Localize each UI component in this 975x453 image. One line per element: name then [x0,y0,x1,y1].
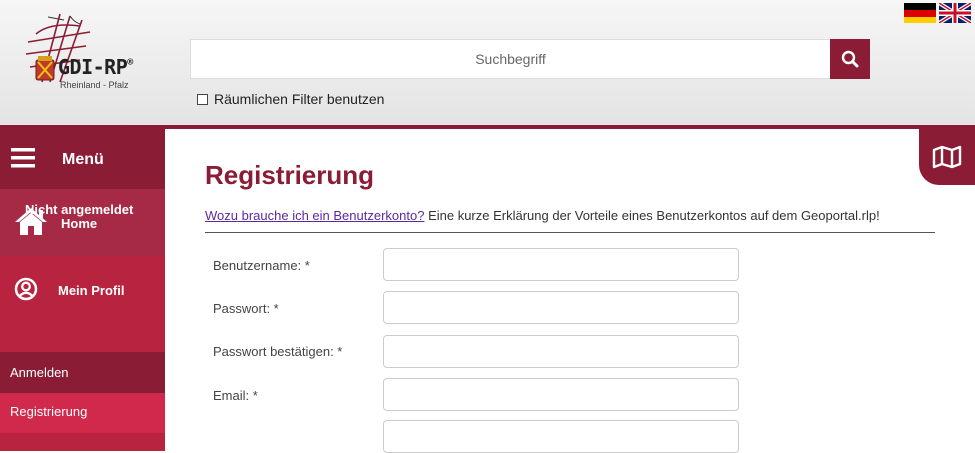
username-label: Benutzername: * [213,258,310,273]
search-input[interactable]: Suchbegriff [190,39,830,79]
sidebar-item-profile[interactable]: Mein Profil [0,256,165,323]
map-icon [932,145,962,169]
spatial-filter-label: Räumlichen Filter benutzen [214,91,385,107]
divider [205,232,935,233]
menu-toggle-button[interactable]: Menü [0,129,165,189]
search-icon [841,50,859,68]
uk-flag-icon[interactable] [939,3,971,23]
hamburger-icon [11,148,35,168]
language-switcher [904,3,971,23]
gdi-rp-logo[interactable]: GDI-RP® Rheinland - Pfalz [20,12,170,102]
header: GDI-RP® Rheinland - Pfalz Suchbegriff Rä… [0,0,975,125]
login-status: Nicht angemeldet [25,202,134,217]
spatial-filter[interactable]: Räumlichen Filter benutzen [197,91,384,107]
map-button[interactable] [919,129,975,185]
email-field[interactable] [383,378,739,411]
password-label: Passwort: * [213,301,279,316]
logo-region: Rheinland - Pfalz [60,80,129,90]
email-label: Email: * [213,388,258,403]
sidebar-item-register[interactable]: Registrierung [0,393,165,433]
de-flag-icon[interactable] [904,3,936,23]
sidebar-item-home[interactable]: Home [0,189,165,256]
intro-text: Wozu brauche ich ein Benutzerkonto? Eine… [205,208,880,223]
username-field[interactable] [383,248,739,281]
search-button[interactable] [830,39,870,79]
password-confirm-label: Passwort bestätigen: * [213,344,343,359]
page-title: Registrierung [205,160,375,190]
logo-brand: GDI-RP® [58,55,133,79]
sidebar-item-label: Mein Profil [58,283,125,298]
account-info-link[interactable]: Wozu brauche ich ein Benutzerkonto? [205,208,424,223]
spatial-filter-checkbox[interactable] [197,93,208,105]
password-field[interactable] [383,291,739,324]
sidebar-item-login[interactable]: Anmelden [0,352,165,393]
intro-description: Eine kurze Erklärung der Vorteile eines … [424,208,880,223]
password-confirm-field[interactable] [383,335,739,368]
sidebar-item-label: Home [61,216,98,231]
menu-label: Menü [62,151,104,168]
user-circle-icon [14,277,38,301]
